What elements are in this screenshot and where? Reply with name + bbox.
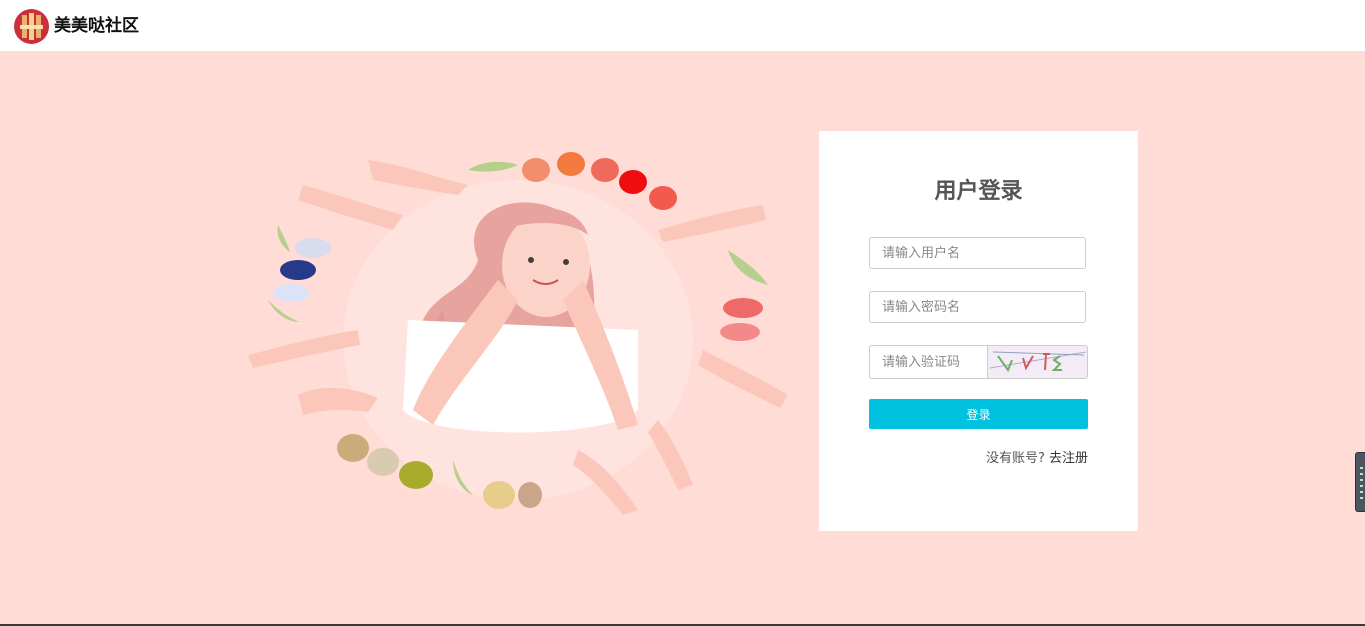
captcha-image[interactable] (987, 345, 1088, 379)
password-field[interactable] (869, 291, 1086, 323)
register-link[interactable]: 去注册 (1049, 451, 1088, 466)
captcha-glyphs-icon (989, 351, 1087, 373)
captcha-field[interactable] (869, 345, 987, 379)
top-bar: 美美哒社区 (0, 0, 1365, 51)
side-scroll-handle[interactable] (1355, 452, 1365, 512)
login-button[interactable]: 登录 (869, 399, 1088, 429)
username-field[interactable] (869, 237, 1086, 269)
no-account-text: 没有账号? (985, 451, 1045, 466)
community-logo-icon[interactable] (14, 9, 49, 44)
girl-with-nails-illustration (248, 152, 788, 515)
site-name[interactable]: 美美哒社区 (54, 14, 139, 38)
register-prompt: 没有账号? 去注册 (986, 449, 1088, 469)
login-card: 用户登录 登录 没有账号? 去注册 (819, 131, 1138, 531)
login-title: 用户登录 (934, 179, 1023, 204)
